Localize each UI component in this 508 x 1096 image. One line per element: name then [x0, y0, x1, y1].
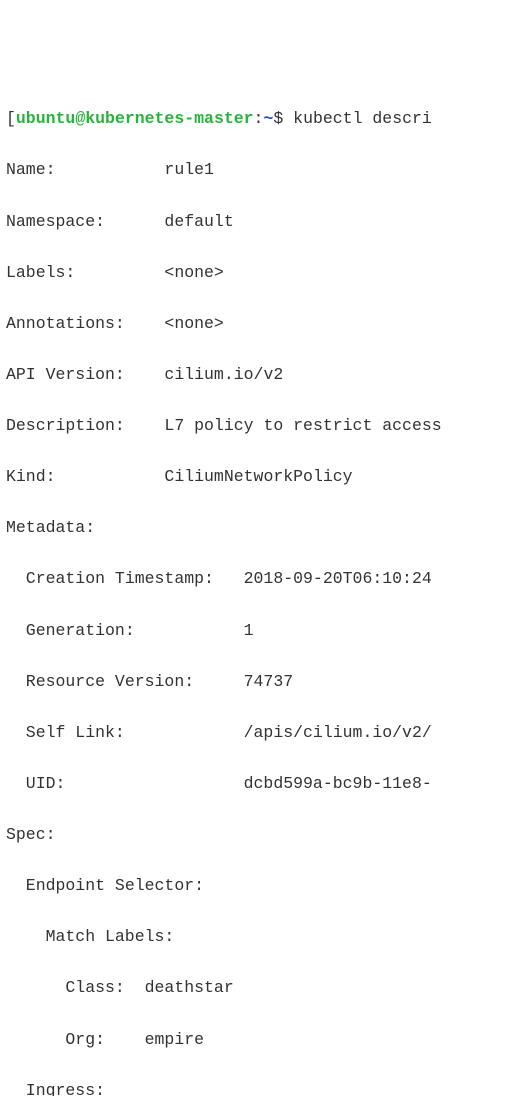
field-label: Labels:	[6, 260, 164, 286]
field-value: 2018-09-20T06:10:24	[244, 566, 432, 592]
match-label-org: Org:empire	[6, 1027, 502, 1053]
spec-match-labels: Match Labels:	[6, 924, 502, 950]
field-value: <none>	[164, 260, 223, 286]
metadata-uid: UID:dcbd599a-bc9b-11e8-	[6, 771, 502, 797]
prompt-colon: :	[254, 109, 264, 128]
field-value: rule1	[164, 157, 214, 183]
field-label: Generation:	[26, 618, 244, 644]
field-value: dcbd599a-bc9b-11e8-	[244, 771, 432, 797]
field-value: <none>	[164, 311, 223, 337]
field-label: Kind:	[6, 464, 164, 490]
field-label: Name:	[6, 157, 164, 183]
spec-endpoint-selector: Endpoint Selector:	[6, 873, 502, 899]
prompt-user-host: ubuntu@kubernetes-master	[16, 109, 254, 128]
field-api-version: API Version:cilium.io/v2	[6, 362, 502, 388]
field-label: Description:	[6, 413, 164, 439]
metadata-resource-version: Resource Version:74737	[6, 669, 502, 695]
field-label: Namespace:	[6, 209, 164, 235]
prompt-cwd: ~	[263, 109, 273, 128]
field-labels: Labels:<none>	[6, 260, 502, 286]
field-label: API Version:	[6, 362, 164, 388]
metadata-generation: Generation:1	[6, 618, 502, 644]
field-value: /apis/cilium.io/v2/	[244, 720, 432, 746]
metadata-heading: Metadata:	[6, 515, 502, 541]
field-value: CiliumNetworkPolicy	[164, 464, 352, 490]
field-label: Annotations:	[6, 311, 164, 337]
field-value: empire	[145, 1027, 204, 1053]
field-value: default	[164, 209, 233, 235]
field-label: Org:	[65, 1027, 144, 1053]
field-label: Self Link:	[26, 720, 244, 746]
match-label-class: Class:deathstar	[6, 975, 502, 1001]
field-value: cilium.io/v2	[164, 362, 283, 388]
field-description: Description:L7 policy to restrict access	[6, 413, 502, 439]
field-namespace: Namespace:default	[6, 209, 502, 235]
field-value: L7 policy to restrict access	[164, 413, 441, 439]
field-value: deathstar	[145, 975, 234, 1001]
field-value: 1	[244, 618, 254, 644]
spec-heading: Spec:	[6, 822, 502, 848]
field-label: UID:	[26, 771, 244, 797]
field-value: 74737	[244, 669, 294, 695]
shell-prompt-line: [ubuntu@kubernetes-master:~$ kubectl des…	[6, 106, 502, 132]
field-label: Creation Timestamp:	[26, 566, 244, 592]
command-input[interactable]: kubectl descri	[293, 109, 432, 128]
field-kind: Kind:CiliumNetworkPolicy	[6, 464, 502, 490]
field-annotations: Annotations:<none>	[6, 311, 502, 337]
prompt-bracket: [	[6, 109, 16, 128]
field-name: Name:rule1	[6, 157, 502, 183]
field-label: Class:	[65, 975, 144, 1001]
prompt-dollar: $	[273, 109, 293, 128]
metadata-self-link: Self Link:/apis/cilium.io/v2/	[6, 720, 502, 746]
field-label: Resource Version:	[26, 669, 244, 695]
spec-ingress: Ingress:	[6, 1078, 502, 1096]
metadata-creation-timestamp: Creation Timestamp:2018-09-20T06:10:24	[6, 566, 502, 592]
